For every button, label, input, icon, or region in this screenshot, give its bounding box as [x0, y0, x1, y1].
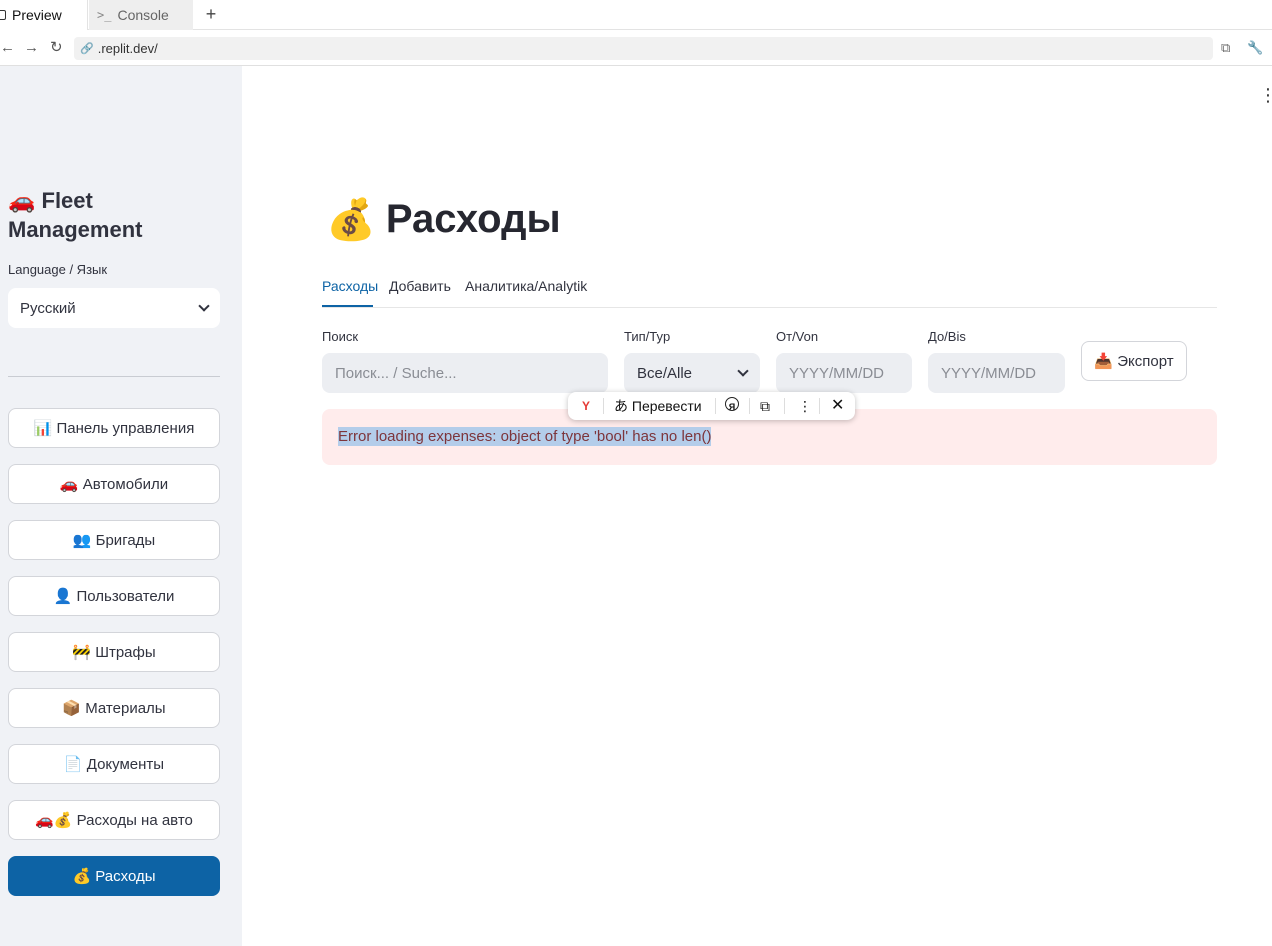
forward-icon[interactable]: → — [24, 39, 39, 57]
url-field[interactable]: 🔗 .replit.dev/ — [74, 37, 1213, 60]
tab-expenses[interactable]: Расходы — [322, 278, 378, 294]
more-options-icon[interactable]: ⋮ — [1259, 86, 1272, 104]
wrench-icon[interactable]: 🔧 — [1247, 40, 1263, 56]
chevron-down-icon — [737, 365, 749, 377]
new-tab-button[interactable]: + — [202, 3, 220, 25]
to-date-input[interactable]: YYYY/MM/DD — [928, 353, 1065, 393]
tab-console-label: Console — [117, 7, 169, 23]
console-icon: >_ — [97, 8, 112, 22]
tab-preview[interactable]: Preview — [0, 0, 88, 30]
tab-add[interactable]: Добавить — [389, 278, 451, 294]
language-label: Language / Язык — [8, 262, 108, 277]
close-icon[interactable]: ✕ — [831, 397, 844, 415]
translate-label: Перевести — [631, 398, 702, 414]
search-input[interactable]: Поиск... / Suche... — [322, 353, 608, 393]
language-value: Русский — [20, 299, 76, 317]
from-date-placeholder: YYYY/MM/DD — [789, 364, 885, 382]
translate-icon: あ — [614, 398, 628, 414]
address-bar: ← → ↻ 🔗 .replit.dev/ ⧉ 🔧 — [0, 31, 1272, 66]
tab-console[interactable]: >_ Console — [89, 0, 193, 30]
popup-divider — [715, 398, 716, 414]
devices-icon[interactable]: ⧉ — [1221, 40, 1230, 56]
from-date-input[interactable]: YYYY/MM/DD — [776, 353, 912, 393]
sidebar-item-expenses[interactable]: 💰 Расходы — [8, 856, 220, 896]
copy-icon[interactable]: ⧉ — [760, 397, 770, 415]
type-select[interactable]: Все/Alle — [624, 353, 760, 393]
app-title: 🚗 Fleet Management — [8, 188, 143, 242]
active-tab-indicator — [322, 305, 373, 307]
popup-divider — [749, 398, 750, 414]
popup-divider — [819, 398, 820, 414]
sidebar-item-materials[interactable]: 📦 Материалы — [8, 688, 220, 728]
sidebar: 🚗 Fleet Management Language / Язык Русск… — [0, 66, 242, 946]
sidebar-item-crews[interactable]: 👥 Бригады — [8, 520, 220, 560]
url-text: .replit.dev/ — [97, 41, 158, 56]
to-date-label: До/Bis — [928, 329, 966, 344]
sidebar-item-cars[interactable]: 🚗 Автомобили — [8, 464, 220, 504]
tab-analytics[interactable]: Аналитика/Analytik — [465, 278, 587, 294]
content-tabs: Расходы Добавить Аналитика/Analytik — [322, 276, 1217, 308]
translate-button[interactable]: あ Перевести — [614, 397, 702, 415]
sidebar-item-documents[interactable]: 📄 Документы — [8, 744, 220, 784]
sidebar-item-dashboard[interactable]: 📊 Панель управления — [8, 408, 220, 448]
to-date-placeholder: YYYY/MM/DD — [941, 364, 1037, 382]
page-title: 💰 Расходы — [326, 196, 561, 243]
alice-icon[interactable]: Я — [725, 397, 739, 412]
more-icon[interactable]: ⋮ — [798, 397, 812, 415]
export-button[interactable]: 📥 Экспорт — [1081, 341, 1187, 381]
tab-preview-label: Preview — [12, 7, 62, 23]
type-value: Все/Alle — [637, 364, 693, 382]
back-icon[interactable]: ← — [0, 39, 15, 57]
money-bag-icon: 💰 — [326, 198, 376, 242]
language-select[interactable]: Русский — [8, 288, 220, 328]
page-title-text: Расходы — [385, 197, 561, 241]
popup-divider — [784, 398, 785, 414]
reload-icon[interactable]: ↻ — [50, 39, 63, 57]
yandex-icon[interactable]: Y — [579, 397, 593, 413]
preview-icon — [0, 10, 6, 20]
chevron-down-icon — [198, 300, 210, 312]
browser-tab-bar: Preview >_ Console + — [0, 0, 1272, 30]
sidebar-divider — [8, 376, 220, 377]
link-icon: 🔗 — [80, 43, 94, 55]
type-label: Тип/Typ — [624, 329, 671, 344]
popup-divider — [603, 398, 604, 414]
from-date-label: От/Von — [776, 329, 819, 344]
translate-popup: Y あ Перевести Я ⧉ ⋮ ✕ — [568, 392, 855, 420]
error-message: Error loading expenses: object of type '… — [338, 427, 712, 446]
search-label: Поиск — [322, 329, 359, 344]
sidebar-item-users[interactable]: 👤 Пользователи — [8, 576, 220, 616]
sidebar-item-car-expenses[interactable]: 🚗💰 Расходы на авто — [8, 800, 220, 840]
sidebar-item-fines[interactable]: 🚧 Штрафы — [8, 632, 220, 672]
search-placeholder: Поиск... / Suche... — [335, 364, 457, 382]
